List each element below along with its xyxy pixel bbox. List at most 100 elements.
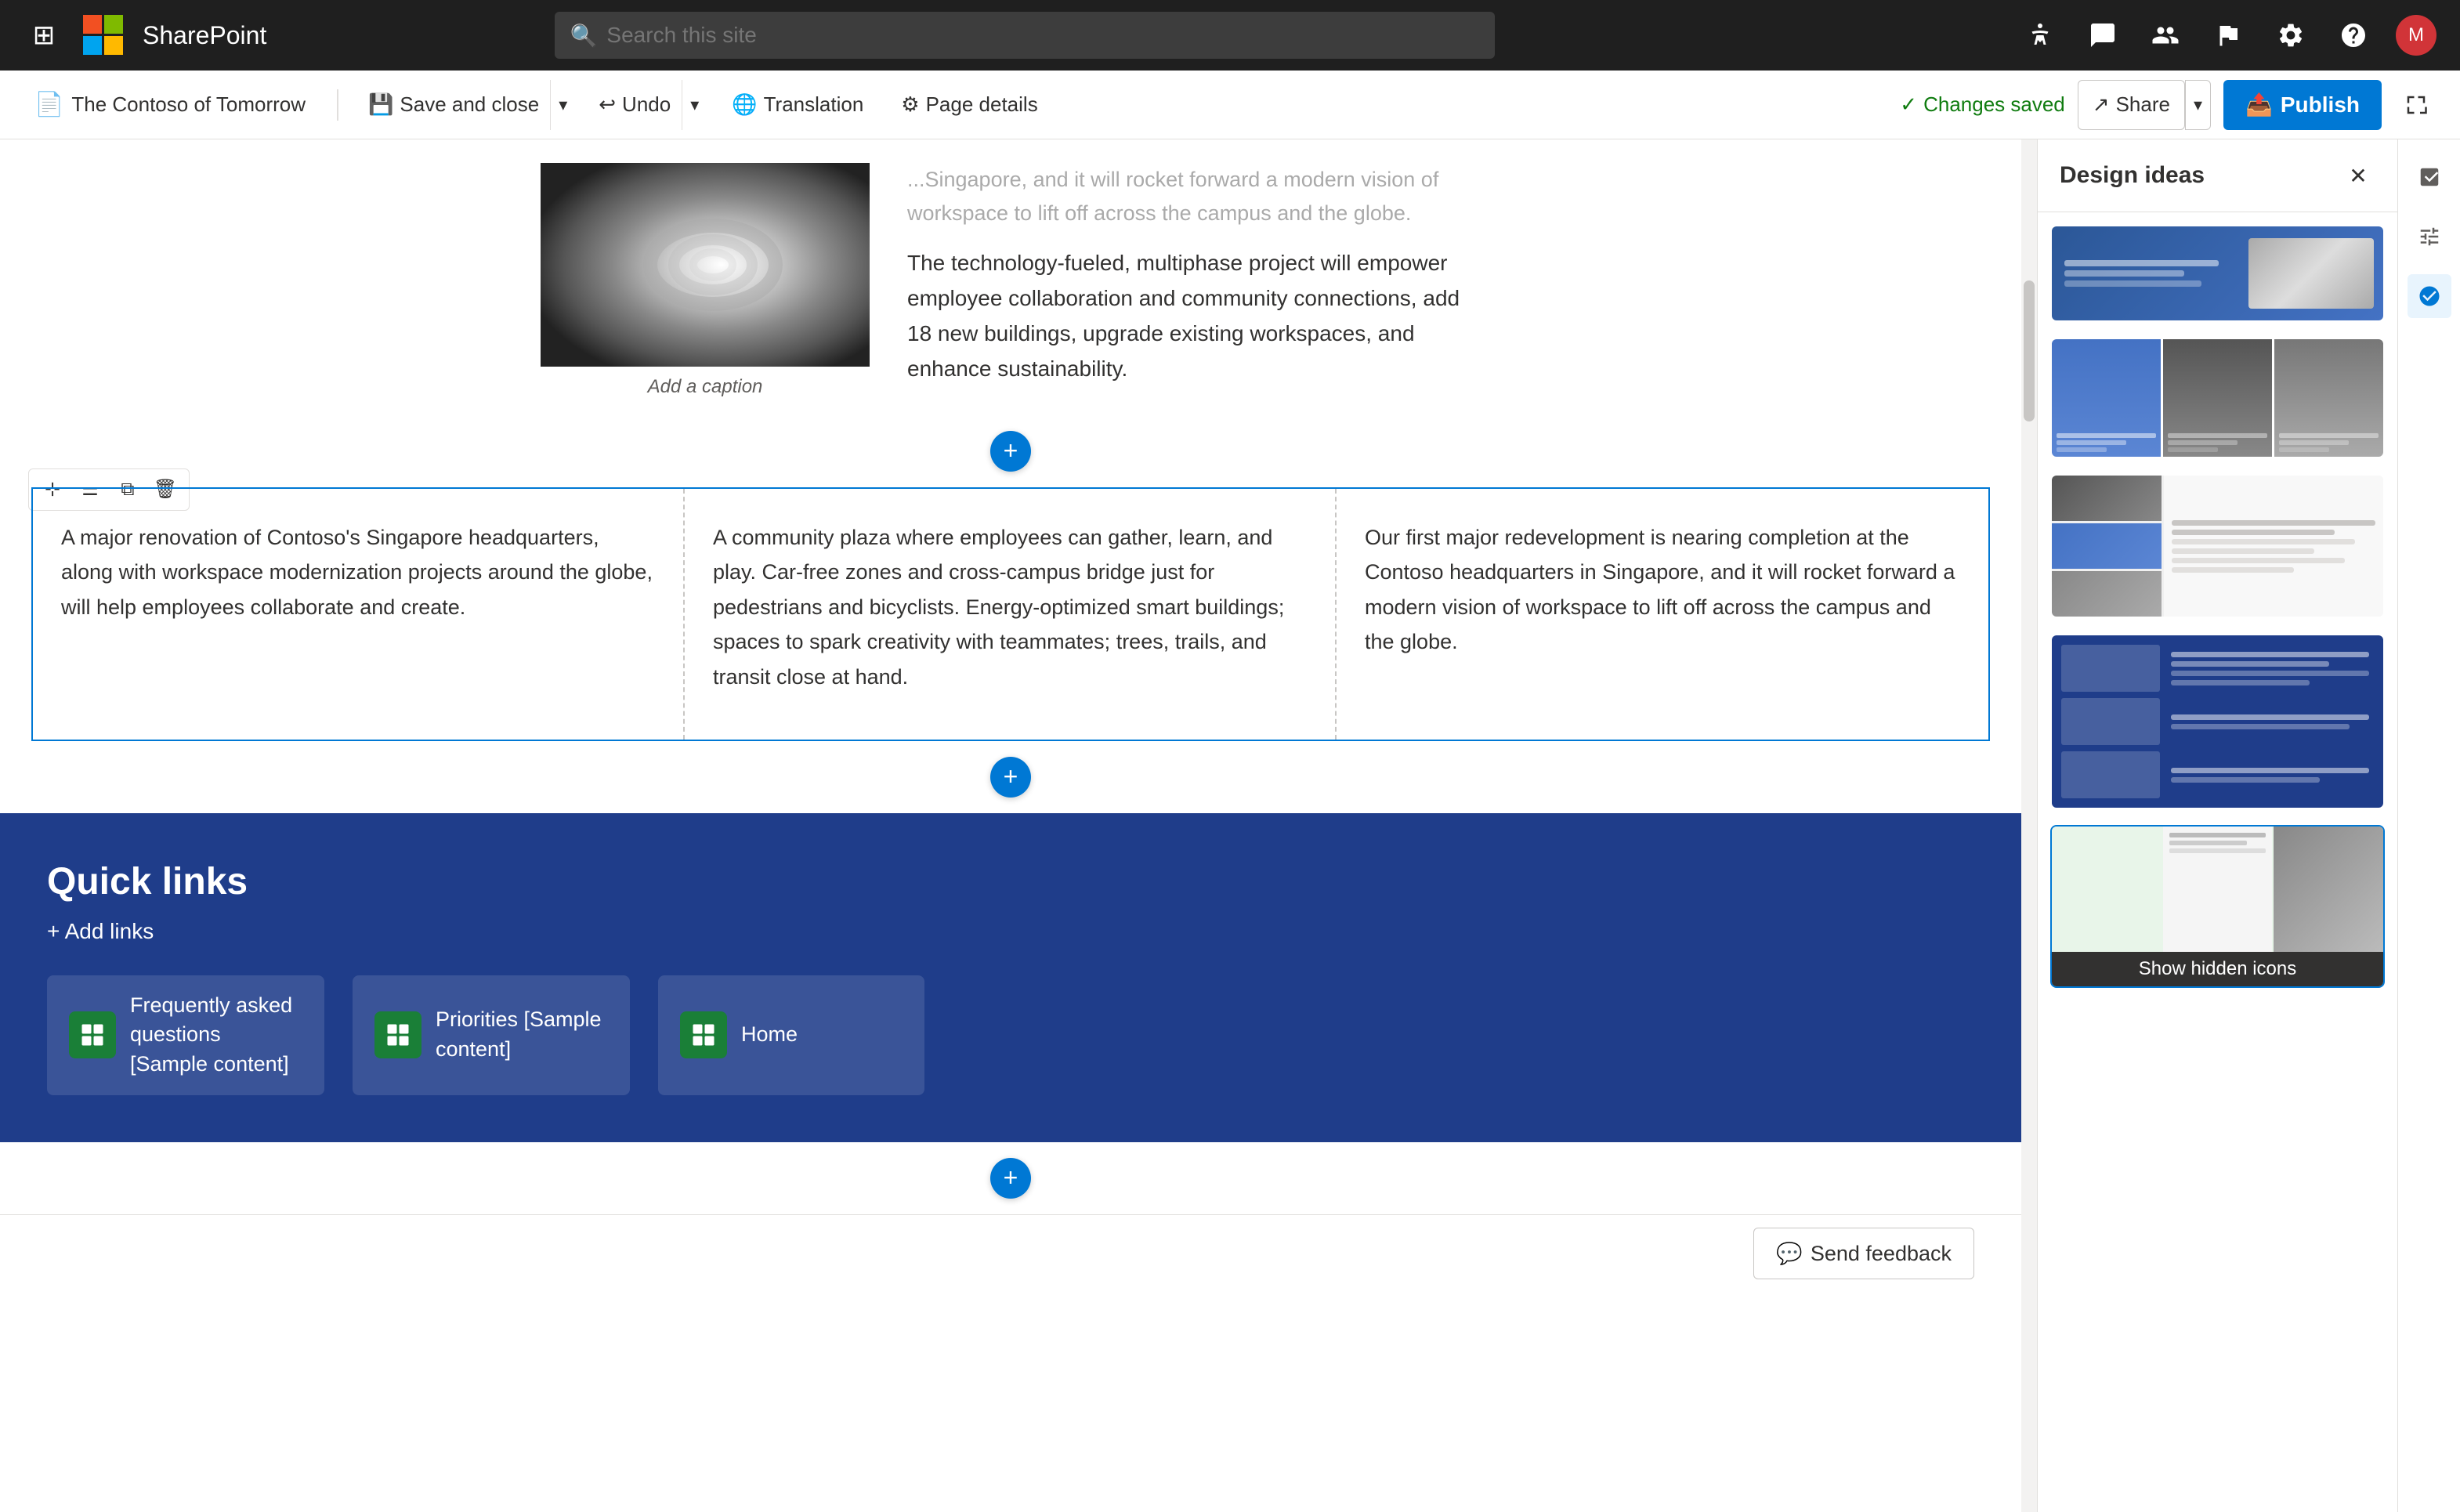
col-1[interactable]: A major renovation of Contoso's Singapor… bbox=[33, 489, 685, 740]
undo-split: ↩ Undo ▾ bbox=[588, 80, 707, 130]
undo-label: Undo bbox=[622, 92, 671, 117]
undo-icon: ↩ bbox=[599, 92, 616, 117]
content-text-1-span: campus and the globe. bbox=[1197, 201, 1411, 225]
quick-links-title: Quick links bbox=[47, 860, 1974, 903]
people-icon[interactable] bbox=[2145, 15, 2186, 56]
ms-logo[interactable] bbox=[83, 15, 124, 56]
feedback-label: Send feedback bbox=[1811, 1242, 1952, 1266]
design-ideas-icon[interactable] bbox=[2408, 274, 2451, 318]
image-box: Add a caption bbox=[541, 163, 870, 400]
translation-icon: 🌐 bbox=[732, 92, 757, 117]
share-button[interactable]: ↗ Share bbox=[2078, 80, 2185, 130]
save-close-dropdown[interactable]: ▾ bbox=[550, 80, 575, 130]
search-bar[interactable]: 🔍 bbox=[555, 12, 1495, 59]
add-section-2: + bbox=[0, 741, 2021, 813]
add-links-label: + Add links bbox=[47, 919, 154, 944]
content-text-block: ...Singapore, and it will rocket forward… bbox=[907, 163, 1481, 400]
list-item[interactable]: Priorities [Sample content] bbox=[353, 975, 630, 1095]
editor-toolbar: 📄 The Contoso of Tomorrow 💾 Save and clo… bbox=[0, 71, 2460, 139]
design-card-1[interactable] bbox=[2050, 225, 2385, 322]
feedback-bar: 💬 Send feedback bbox=[0, 1214, 2021, 1293]
design-panel-title: Design ideas bbox=[2060, 162, 2205, 189]
show-hidden-tooltip: Show hidden icons bbox=[2052, 952, 2383, 986]
save-icon: 💾 bbox=[368, 92, 393, 117]
page-tab[interactable]: 📄 The Contoso of Tomorrow bbox=[22, 80, 318, 130]
feedback-icon: 💬 bbox=[1776, 1241, 1803, 1266]
list-item[interactable]: Frequently asked questions [Sample conte… bbox=[47, 975, 324, 1095]
quick-link-icon-1 bbox=[69, 1011, 116, 1058]
publish-label: Publish bbox=[2281, 92, 2360, 118]
grid-icon[interactable]: ⊞ bbox=[24, 15, 64, 56]
col-1-text: A major renovation of Contoso's Singapor… bbox=[61, 520, 655, 625]
share-icon: ↗ bbox=[2093, 92, 2110, 117]
right-sidebar bbox=[2397, 139, 2460, 1512]
add-section-1: + bbox=[0, 415, 2021, 487]
col-2[interactable]: A community plaza where employees can ga… bbox=[685, 489, 1337, 740]
design-panel-close-button[interactable]: ✕ bbox=[2341, 158, 2375, 193]
page-tab-label: The Contoso of Tomorrow bbox=[71, 92, 306, 117]
publish-icon: 📤 bbox=[2245, 92, 2273, 118]
design-panel-header: Design ideas ✕ bbox=[2038, 139, 2397, 212]
quick-links-section: Quick links + Add links Frequently asked… bbox=[0, 813, 2021, 1142]
add-section-button-3[interactable]: + bbox=[990, 1158, 1031, 1199]
page-details-label: Page details bbox=[926, 92, 1038, 117]
app-name: SharePoint bbox=[143, 21, 266, 50]
three-col-wrapper: ⊹ ⚌ ⧉ 🗑 A major renovation of Contoso's … bbox=[16, 487, 2006, 741]
add-links-button[interactable]: + Add links bbox=[47, 919, 154, 944]
user-avatar[interactable]: M bbox=[2396, 15, 2436, 56]
add-section-button-1[interactable]: + bbox=[990, 431, 1031, 472]
page-details-button[interactable]: ⚙ Page details bbox=[888, 80, 1050, 130]
check-icon: ✓ bbox=[1900, 92, 1917, 117]
three-col-section: A major renovation of Contoso's Singapor… bbox=[31, 487, 1990, 741]
col-3-text: Our first major redevelopment is nearing… bbox=[1365, 520, 1960, 660]
page-details-icon: ⚙ bbox=[901, 92, 919, 117]
image-caption[interactable]: Add a caption bbox=[541, 376, 870, 398]
save-close-button[interactable]: 💾 Save and close bbox=[357, 80, 550, 130]
changes-saved-status: ✓ Changes saved bbox=[1900, 92, 2064, 117]
design-panel-body[interactable]: Show hidden icons bbox=[2038, 212, 2397, 1512]
main-area: Add a caption ...Singapore, and it will … bbox=[0, 139, 2460, 1512]
design-card-5[interactable]: Show hidden icons bbox=[2050, 825, 2385, 988]
three-col-inner: A major renovation of Contoso's Singapor… bbox=[33, 489, 1988, 740]
toolbar-right-group: ✓ Changes saved ↗ Share ▾ 📤 Publish bbox=[1900, 80, 2438, 130]
quick-link-label-1: Frequently asked questions [Sample conte… bbox=[130, 991, 302, 1080]
col-3[interactable]: Our first major redevelopment is nearing… bbox=[1337, 489, 1988, 740]
undo-button[interactable]: ↩ Undo bbox=[588, 80, 682, 130]
adjust-icon[interactable] bbox=[2408, 215, 2451, 259]
accessibility-icon[interactable] bbox=[2020, 15, 2060, 56]
nav-right-icons: M bbox=[2020, 15, 2436, 56]
changes-saved-label: Changes saved bbox=[1923, 92, 2065, 117]
search-input[interactable] bbox=[606, 23, 1478, 48]
focus-mode-button[interactable] bbox=[2394, 83, 2438, 127]
page-property-icon[interactable] bbox=[2408, 155, 2451, 199]
add-section-button-2[interactable]: + bbox=[990, 757, 1031, 798]
chat-icon[interactable] bbox=[2082, 15, 2123, 56]
translation-label: Translation bbox=[764, 92, 864, 117]
translation-button[interactable]: 🌐 Translation bbox=[719, 80, 876, 130]
content-text-2: The technology-fueled, multiphase projec… bbox=[907, 246, 1481, 386]
share-dropdown[interactable]: ▾ bbox=[2185, 80, 2211, 130]
toolbar-left-group: 📄 The Contoso of Tomorrow 💾 Save and clo… bbox=[22, 80, 1900, 130]
quick-link-label-3: Home bbox=[741, 1020, 798, 1050]
send-feedback-button[interactable]: 💬 Send feedback bbox=[1753, 1228, 1974, 1279]
image-text-section: Add a caption ...Singapore, and it will … bbox=[494, 139, 1528, 415]
undo-dropdown[interactable]: ▾ bbox=[682, 80, 707, 130]
settings-icon[interactable] bbox=[2270, 15, 2311, 56]
list-item[interactable]: Home bbox=[658, 975, 924, 1095]
quick-links-grid: Frequently asked questions [Sample conte… bbox=[47, 975, 1974, 1095]
quick-link-icon-3 bbox=[680, 1011, 727, 1058]
save-close-split: 💾 Save and close ▾ bbox=[357, 80, 575, 130]
content-scrollbar[interactable] bbox=[2021, 139, 2037, 1512]
help-icon[interactable] bbox=[2333, 15, 2374, 56]
design-card-4[interactable] bbox=[2050, 634, 2385, 809]
top-navigation: ⊞ SharePoint 🔍 M bbox=[0, 0, 2460, 71]
flag-icon[interactable] bbox=[2208, 15, 2248, 56]
scrollbar-thumb[interactable] bbox=[2024, 280, 2035, 421]
design-card-2[interactable] bbox=[2050, 338, 2385, 458]
share-label: Share bbox=[2116, 92, 2170, 117]
publish-button[interactable]: 📤 Publish bbox=[2223, 80, 2382, 130]
page-content[interactable]: Add a caption ...Singapore, and it will … bbox=[0, 139, 2021, 1512]
design-card-3[interactable] bbox=[2050, 474, 2385, 618]
design-ideas-panel: Design ideas ✕ bbox=[2037, 139, 2397, 1512]
quick-link-icon-2 bbox=[374, 1011, 421, 1058]
